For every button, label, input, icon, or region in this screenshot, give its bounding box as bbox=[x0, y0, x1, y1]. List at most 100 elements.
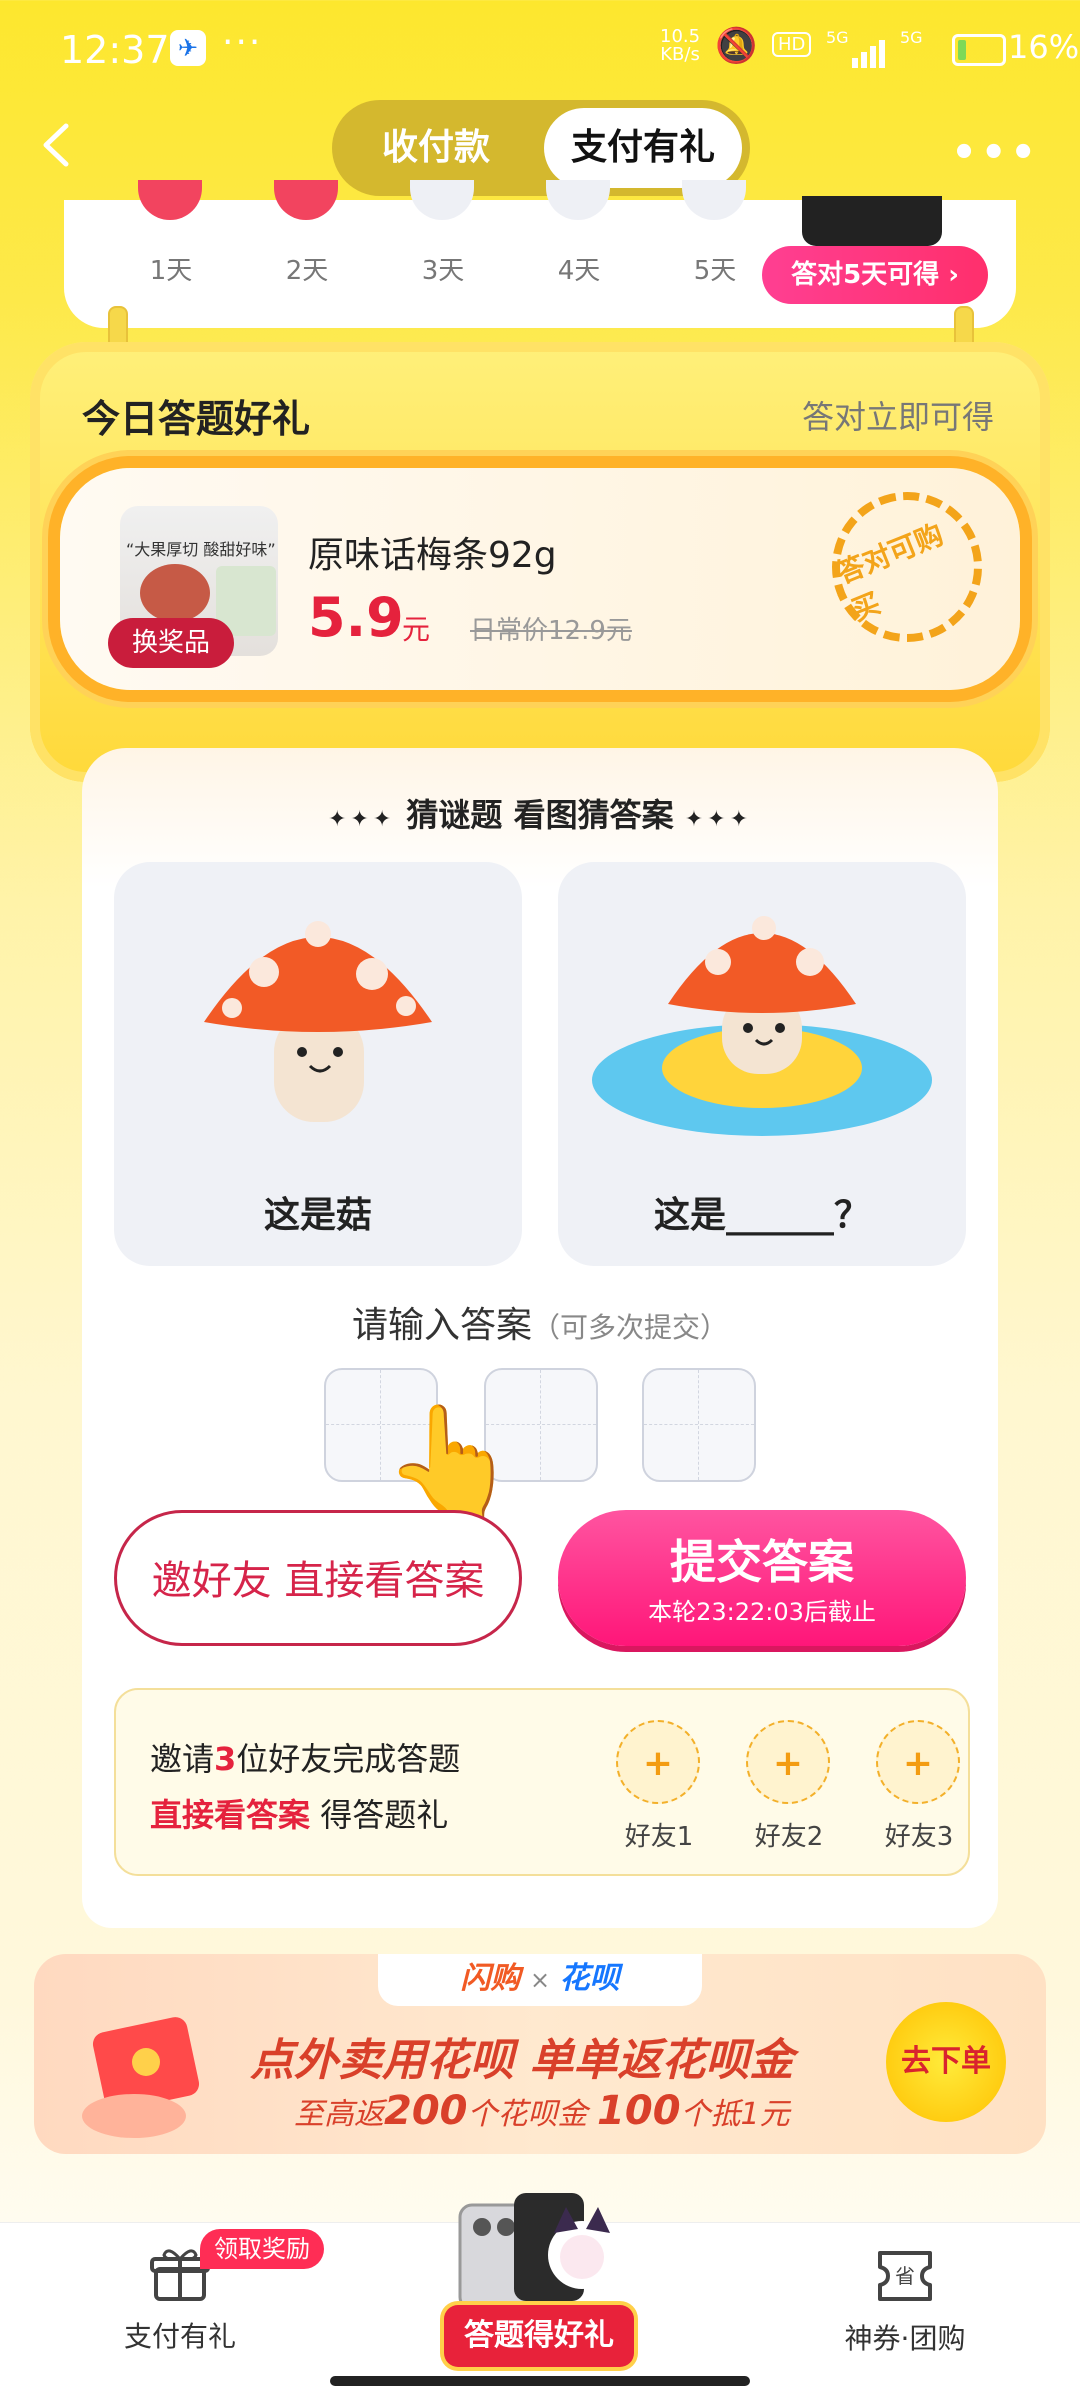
exchange-prize-badge[interactable]: 换奖品 bbox=[108, 618, 234, 668]
product-price: 5.9 bbox=[308, 586, 404, 649]
bird-app-icon: ✈ bbox=[170, 30, 206, 66]
checkin-card: 1天 2天 3天 4天 5天 答对5天可得 › bbox=[64, 180, 1016, 328]
promo-subline: 至高返200个花呗金 100个抵1元 bbox=[294, 2088, 790, 2134]
friend-label: 好友3 bbox=[884, 1822, 954, 1852]
invite-line-1: 邀请3位好友完成答题 bbox=[150, 1734, 460, 1780]
picture-caption-1: 这是菇 bbox=[263, 1195, 372, 1236]
five-day-reward-button[interactable]: 答对5天可得 › bbox=[762, 246, 988, 304]
riddle-title: ✦✦✦ 猜谜题 看图猜答案 ✦✦✦ bbox=[82, 790, 998, 836]
mushroom-swim-ring-icon bbox=[592, 916, 932, 1136]
day-circle-2 bbox=[274, 180, 338, 220]
day-circle-3 bbox=[410, 180, 474, 220]
hand-pointer-icon: 👆 bbox=[382, 1398, 519, 1526]
day-label: 5天 bbox=[693, 256, 737, 286]
voucher-icon: 省 bbox=[878, 2251, 932, 2301]
reward-product-image bbox=[802, 196, 942, 246]
brand-cross: × bbox=[529, 1966, 551, 1994]
battery-percent: 16% bbox=[1008, 28, 1080, 66]
promo-order-button[interactable]: 去下单 bbox=[886, 2002, 1006, 2122]
tab-zhifuyouli[interactable]: 支付有礼 bbox=[544, 108, 742, 188]
friend-slot-2[interactable]: + 好友2 bbox=[746, 1720, 832, 1853]
back-button[interactable] bbox=[34, 120, 84, 170]
status-bar: 12:37 ✈ ··· 10.5 KB/s 🔕 HD 5G 5G 16% bbox=[0, 0, 1080, 100]
submit-label: 提交答案 bbox=[670, 1535, 854, 1589]
mute-bell-icon: 🔕 bbox=[715, 26, 758, 66]
claim-reward-badge[interactable]: 领取奖励 bbox=[200, 2229, 324, 2269]
product-card[interactable]: “大果厚切 酸甜好味” 换奖品 原味话梅条92g 5.9 元 日常价12.9元 … bbox=[60, 468, 1020, 690]
status-more-dots: ··· bbox=[222, 22, 263, 63]
answer-hint: （可多次提交） bbox=[532, 1311, 729, 1344]
day-label: 1天 bbox=[149, 256, 193, 286]
riddle-picture-2: 这是______？ bbox=[558, 862, 966, 1266]
day-circle-4 bbox=[546, 180, 610, 220]
sparkle-icon: ✦✦✦ bbox=[327, 807, 396, 832]
add-friend-icon: + bbox=[876, 1720, 960, 1804]
svg-text:省: 省 bbox=[895, 2264, 915, 2288]
invite-friend-button[interactable]: 邀好友 直接看答案 bbox=[114, 1510, 522, 1646]
reward-subtitle: 答对立即可得 bbox=[801, 398, 994, 436]
promo-banner[interactable]: 闪购 × 花呗 点外卖用花呗 单单返花呗金 至高返200个花呗金 100个抵1元… bbox=[34, 1954, 1046, 2154]
chevron-left-icon bbox=[43, 123, 69, 167]
promo-sub-mid: 个花呗金 bbox=[467, 2097, 598, 2132]
buy-stamp: 答对可购买 bbox=[809, 469, 1005, 665]
promo-sub-suffix: 个抵1元 bbox=[680, 2097, 790, 2132]
friend-label: 好友2 bbox=[754, 1822, 824, 1852]
nav-label-center: 答题得好礼 bbox=[444, 2305, 634, 2367]
day-circle-5 bbox=[682, 180, 746, 220]
promo-sub-num1: 200 bbox=[384, 2088, 468, 2134]
invite-line1-prefix: 邀请 bbox=[150, 1740, 215, 1778]
brand-shangou: 闪购 bbox=[460, 1961, 521, 1996]
promo-sub-num2: 100 bbox=[597, 2088, 681, 2134]
product-price-unit: 元 bbox=[402, 613, 431, 646]
quiz-reward-panel: 今日答题好礼 答对立即可得 “大果厚切 酸甜好味” 换奖品 原味话梅条92g 5… bbox=[30, 342, 1050, 782]
riddle-title-text: 猜谜题 看图猜答案 bbox=[406, 796, 674, 834]
nav-item-quiz-gift[interactable]: 答题得好礼 bbox=[444, 2183, 634, 2383]
signal-5g-label-2: 5G bbox=[900, 28, 923, 47]
promo-headline: 点外卖用花呗 单单返花呗金 bbox=[250, 2035, 794, 2086]
riddle-card: ✦✦✦ 猜谜题 看图猜答案 ✦✦✦ 这是菇 这是______？ 请输入答案（可多… bbox=[82, 748, 998, 1928]
home-indicator[interactable] bbox=[330, 2376, 750, 2386]
invite-line-2: 直接看答案 得答题礼 bbox=[150, 1790, 448, 1836]
brand-huabei: 花呗 bbox=[559, 1961, 620, 1996]
phone-gift-icon bbox=[458, 2193, 616, 2311]
promo-brand-tab: 闪购 × 花呗 bbox=[378, 1954, 702, 2006]
net-speed: 10.5 KB/s bbox=[660, 26, 701, 65]
mushroom-icon bbox=[204, 921, 432, 1122]
invite-panel: 邀请3位好友完成答题 直接看答案 得答题礼 + 好友1 + 好友2 + 好友3 bbox=[114, 1688, 970, 1876]
friend-slot-3[interactable]: + 好友3 bbox=[876, 1720, 962, 1853]
friend-slot-1[interactable]: + 好友1 bbox=[616, 1720, 702, 1853]
battery-icon bbox=[952, 34, 1006, 66]
invite-line2-rest: 得答题礼 bbox=[310, 1796, 449, 1834]
answer-prompt-text: 请输入答案 bbox=[351, 1305, 532, 1346]
picture-caption-2: 这是______？ bbox=[653, 1195, 870, 1236]
product-name: 原味话梅条92g bbox=[308, 535, 557, 576]
submit-deadline: 本轮23:22:03后截止 bbox=[648, 1598, 876, 1626]
sparkle-icon: ✦✦✦ bbox=[684, 807, 753, 832]
bottom-nav: 支付有礼 领取奖励 答题得好礼 省 神券·团购 bbox=[0, 2193, 1080, 2401]
hd-voice-badge: HD bbox=[772, 32, 812, 57]
reward-title: 今日答题好礼 bbox=[82, 397, 311, 441]
answer-prompt: 请输入答案（可多次提交） bbox=[82, 1296, 998, 1348]
invite-line2-highlight: 直接看答案 bbox=[150, 1796, 311, 1834]
signal-bars-icon bbox=[852, 30, 888, 68]
product-tagline: “大果厚切 酸甜好味” bbox=[126, 540, 276, 559]
answer-char-box-3[interactable] bbox=[642, 1368, 756, 1482]
submit-answer-button[interactable]: 提交答案 本轮23:22:03后截止 bbox=[558, 1510, 966, 1646]
product-old-price: 日常价12.9元 bbox=[470, 616, 632, 646]
riddle-picture-1: 这是菇 bbox=[114, 862, 522, 1266]
invite-count: 3 bbox=[214, 1740, 237, 1778]
nav-label: 支付有礼 bbox=[123, 2320, 236, 2353]
add-friend-icon: + bbox=[616, 1720, 700, 1804]
more-icon[interactable]: ••• bbox=[951, 130, 1040, 176]
day-label: 2天 bbox=[285, 256, 329, 286]
day-circle-1 bbox=[138, 180, 202, 220]
signal-5g-label: 5G bbox=[826, 28, 849, 47]
status-time: 12:37 bbox=[60, 28, 170, 72]
product-meat-graphic bbox=[140, 564, 210, 622]
add-friend-icon: + bbox=[746, 1720, 830, 1804]
friend-label: 好友1 bbox=[624, 1822, 694, 1852]
nav-item-voucher[interactable]: 省 神券·团购 bbox=[820, 2245, 990, 2357]
day-label: 4天 bbox=[557, 256, 601, 286]
promo-sub-prefix: 至高返 bbox=[294, 2097, 384, 2132]
nav-label: 神券·团购 bbox=[844, 2322, 966, 2355]
